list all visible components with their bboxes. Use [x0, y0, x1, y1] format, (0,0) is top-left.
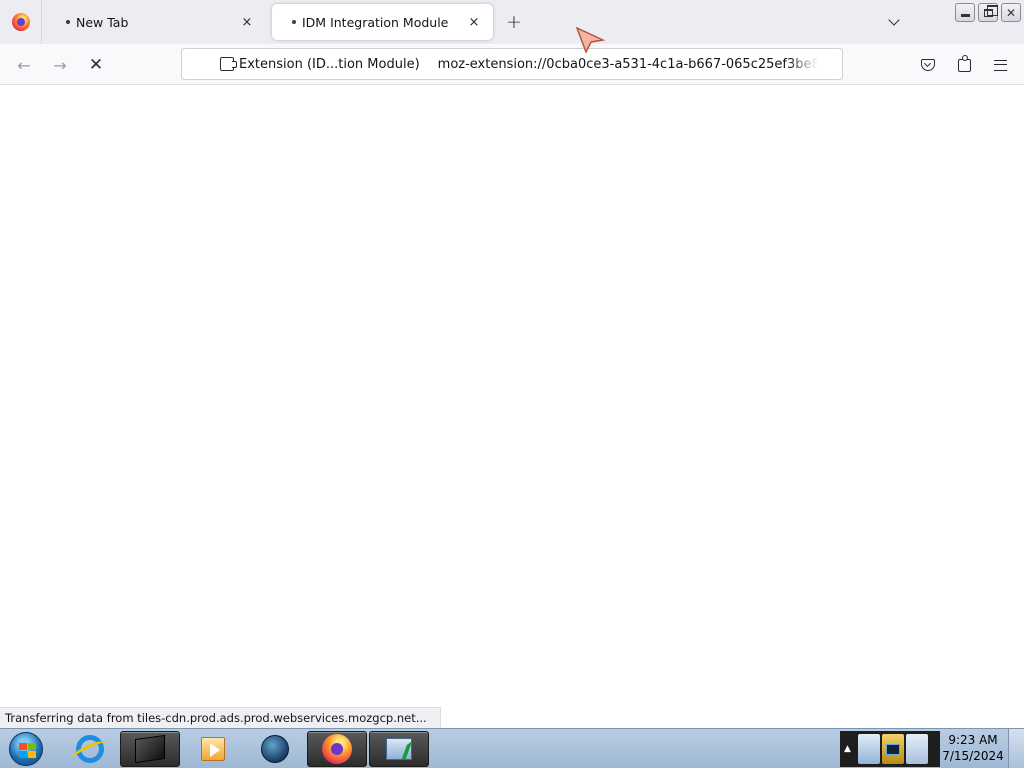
save-to-pocket-button[interactable]	[915, 52, 941, 78]
pocket-icon	[921, 59, 935, 71]
back-button[interactable]: ←	[11, 52, 37, 78]
navigation-toolbar: ← → ✕ Extension (ID...tion Module) moz-e…	[0, 44, 1024, 85]
system-tray: ▲	[840, 731, 940, 767]
firefox-icon	[11, 13, 30, 31]
app-window-icon	[386, 738, 412, 760]
stop-button[interactable]: ✕	[83, 52, 109, 78]
tab-indicator-dot	[292, 20, 296, 24]
minimize-icon	[960, 14, 970, 17]
tab-label: New Tab	[76, 14, 129, 30]
restore-icon	[983, 4, 998, 17]
clock-time: 9:23 AM	[948, 733, 998, 747]
extensions-button[interactable]	[951, 52, 977, 78]
security-tray-icon[interactable]	[858, 734, 880, 764]
close-window-button[interactable]: ✕	[1001, 3, 1021, 22]
taskbar-firefox[interactable]	[307, 731, 367, 767]
identity-label: Extension (ID...tion Module)	[239, 56, 420, 72]
restore-button[interactable]	[978, 3, 998, 22]
taskbar-media-player[interactable]	[183, 731, 243, 767]
taskbar-network-app[interactable]	[245, 731, 305, 767]
identity-box[interactable]: Extension (ID...tion Module)	[214, 51, 426, 77]
tab-idm-integration-module[interactable]: IDM Integration Module ×	[272, 4, 493, 40]
taskbar-terminal[interactable]	[120, 731, 180, 767]
terminal-icon	[135, 734, 165, 764]
monitor-tray-icon[interactable]	[882, 734, 904, 764]
status-panel: Transferring data from tiles-cdn.prod.ad…	[0, 707, 441, 728]
taskbar-app[interactable]	[369, 731, 429, 767]
media-player-icon	[201, 737, 225, 761]
url-input[interactable]: moz-extension://0cba0ce3-a531-4c1a-b667-…	[438, 57, 818, 72]
globe-icon	[261, 735, 289, 763]
windows-logo-icon	[9, 732, 43, 766]
url-bar[interactable]: Extension (ID...tion Module) moz-extensi…	[181, 48, 843, 80]
hamburger-icon	[993, 59, 1007, 71]
tab-strip: New Tab × IDM Integration Module × + ✕	[0, 0, 1024, 44]
firefox-view-button[interactable]	[0, 0, 42, 44]
taskbar-internet-explorer[interactable]	[60, 731, 120, 767]
mouse-cursor-icon	[576, 27, 606, 53]
app-menu-button[interactable]	[987, 52, 1013, 78]
forward-button[interactable]: →	[47, 52, 73, 78]
extension-icon	[220, 57, 237, 71]
system-clock[interactable]: 9:23 AM 7/15/2024	[940, 732, 1006, 766]
clock-date: 7/15/2024	[942, 749, 1004, 763]
tab-label: IDM Integration Module	[302, 14, 449, 30]
page-content	[0, 85, 1024, 728]
chevron-down-icon	[888, 14, 900, 26]
tab-close-button[interactable]: ×	[465, 13, 483, 31]
new-tab-button[interactable]: +	[503, 11, 525, 33]
start-button[interactable]	[4, 731, 48, 767]
show-desktop-button[interactable]	[1008, 729, 1024, 768]
tab-close-button[interactable]: ×	[238, 13, 256, 31]
internet-explorer-icon	[76, 735, 104, 763]
tray-expand-icon[interactable]: ▲	[844, 744, 856, 754]
taskbar: ▲ 9:23 AM 7/15/2024	[0, 728, 1024, 768]
tab-indicator-dot	[66, 20, 70, 24]
minimize-button[interactable]	[955, 3, 975, 22]
firefox-icon	[322, 734, 352, 764]
tab-new-tab[interactable]: New Tab ×	[54, 4, 266, 40]
close-icon: ✕	[1005, 5, 1017, 20]
puzzle-icon	[957, 54, 971, 72]
list-all-tabs-button[interactable]	[882, 11, 906, 33]
network-tray-icon[interactable]	[906, 734, 928, 764]
